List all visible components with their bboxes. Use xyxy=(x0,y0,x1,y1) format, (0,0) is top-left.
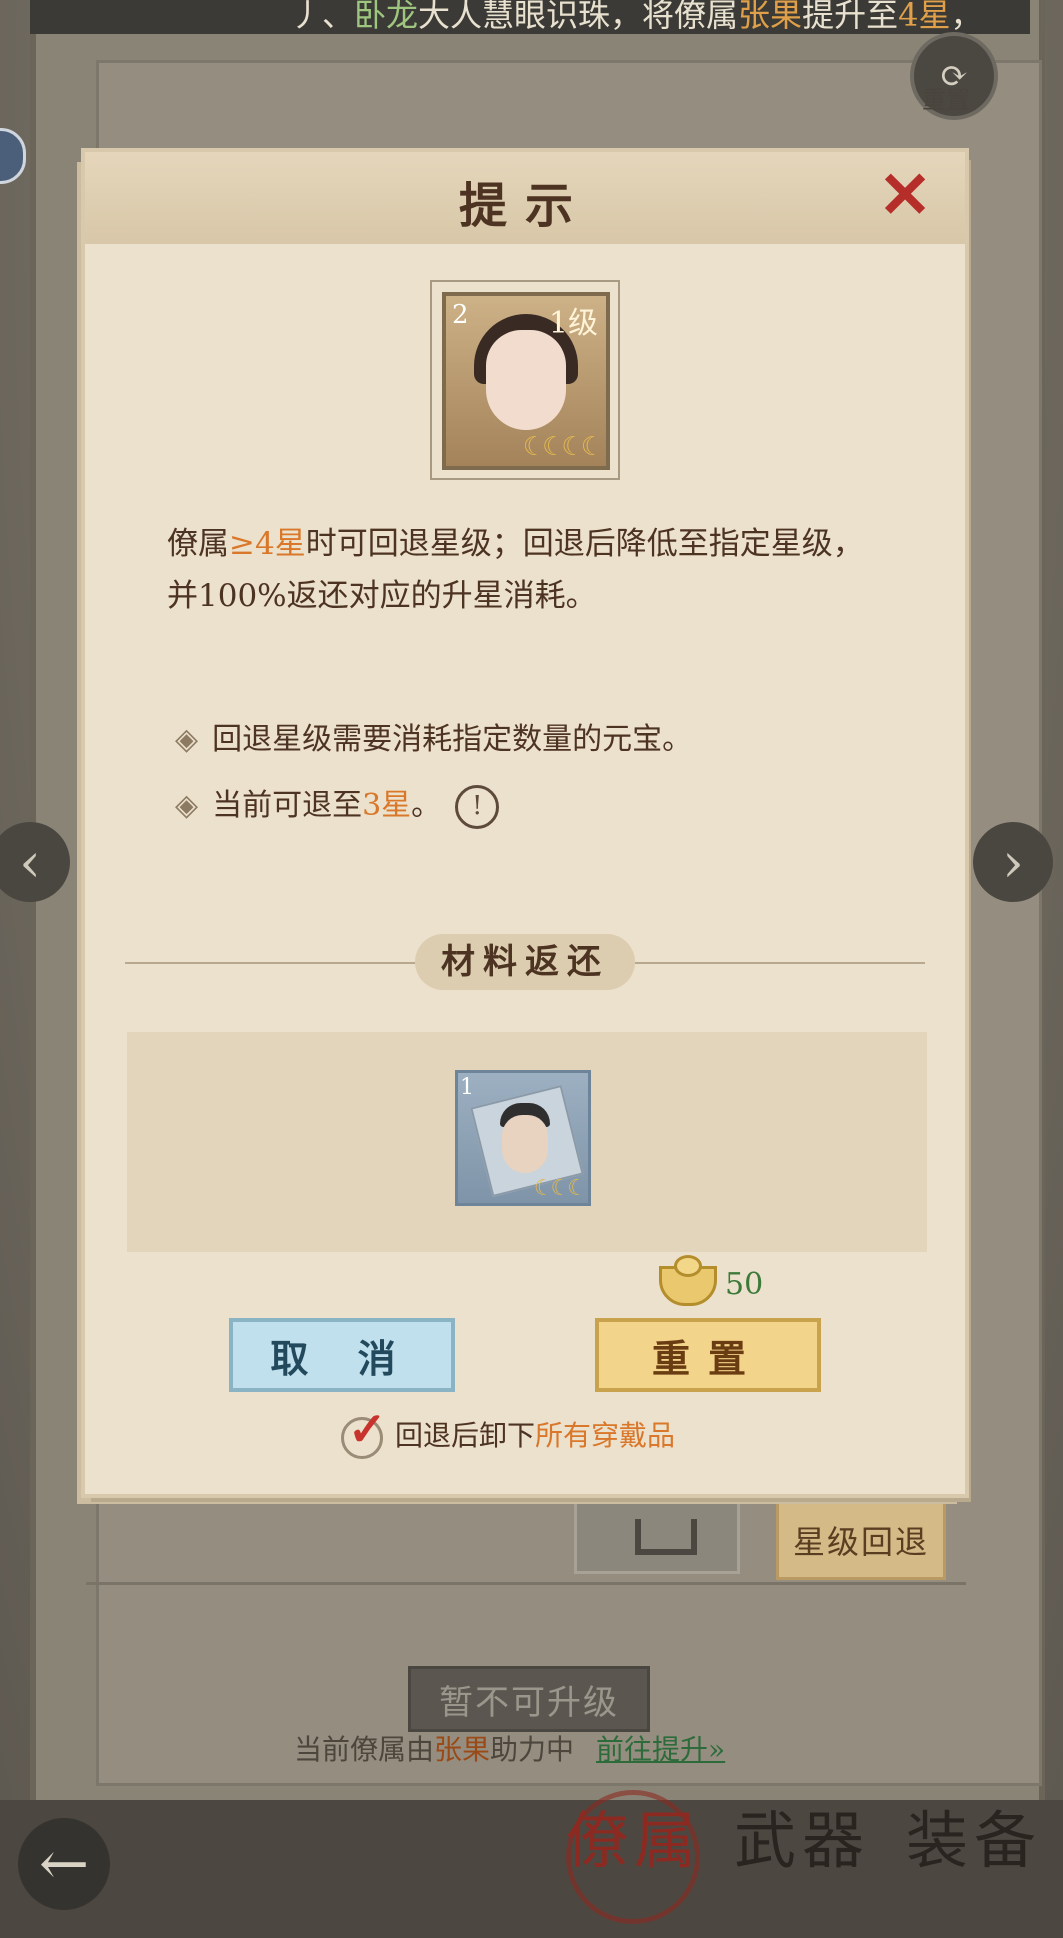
assist-status: 当前僚属由张果助力中 前往提升» xyxy=(294,1728,725,1768)
unequip-checkbox-row[interactable]: 回退后卸下所有穿戴品 xyxy=(341,1402,676,1459)
divider xyxy=(86,1582,966,1585)
tip-dialog: 提示 ✕ 2 1级 ☾☾☾☾ 僚属≥4星时可回退星级；回退后降低至指定星级，并1… xyxy=(85,152,965,1494)
assist-text-post: 助力中 xyxy=(490,1733,575,1766)
dialog-title: 提示 xyxy=(458,178,591,234)
cannot-upgrade-button[interactable]: 暂不可升级 xyxy=(408,1666,650,1732)
retainer-portrait[interactable]: 2 1级 ☾☾☾☾ xyxy=(442,292,610,470)
section-line-right xyxy=(635,962,925,964)
next-arrow-button[interactable]: › xyxy=(973,822,1053,902)
bottom-bar xyxy=(0,1800,1063,1938)
info-icon[interactable]: ! xyxy=(455,785,500,829)
checkbox-label-pre: 回退后卸下 xyxy=(395,1419,536,1452)
checkbox[interactable] xyxy=(341,1402,387,1459)
desc-part1: 僚属 xyxy=(167,526,229,562)
diamond-icon: ◈ xyxy=(175,722,199,757)
banner-text-pre: 丿、 xyxy=(290,0,355,34)
level-label: 1级 xyxy=(548,306,598,341)
banner-text-mid2: 提升至 xyxy=(802,0,899,34)
dialog-description: 僚属≥4星时可回退星级；回退后降低至指定星级，并100%返还对应的升星消耗。 xyxy=(167,518,887,622)
chevron-left-icon: ‹ xyxy=(19,830,41,894)
back-button[interactable]: ← xyxy=(18,1818,110,1910)
cost-value: 50 xyxy=(725,1267,764,1302)
banner-stars: 4星 xyxy=(898,0,951,34)
arrow-left-icon: ← xyxy=(38,1829,90,1899)
bullet-text-post: 。 xyxy=(411,788,442,823)
portrait-frame: 2 1级 ☾☾☾☾ xyxy=(430,280,620,480)
material-item-card[interactable]: 1 ☾☾☾ xyxy=(455,1070,591,1206)
go-upgrade-link[interactable]: 前往提升» xyxy=(596,1733,725,1766)
section-title: 材料返还 xyxy=(415,934,635,990)
tab-equipment[interactable]: 装备 xyxy=(906,1790,1042,1930)
tag-button[interactable] xyxy=(574,1500,740,1574)
tab-weapons[interactable]: 武器 xyxy=(734,1790,870,1930)
item-star-rating: ☾☾☾ xyxy=(533,1176,587,1201)
desc-highlight: ≥4星 xyxy=(229,526,306,562)
chevron-right-icon: › xyxy=(1002,830,1024,894)
bullet-cost-note: ◈ 回退星级需要消耗指定数量的元宝。 xyxy=(175,714,692,758)
diamond-icon: ◈ xyxy=(175,788,199,823)
bullet-text-pre: 当前可退至 xyxy=(212,788,363,823)
assist-text-pre: 当前僚属由 xyxy=(294,1733,435,1766)
banner-text-mid: 大人慧眼识珠，将僚属 xyxy=(418,0,739,34)
portrait-face xyxy=(486,330,566,430)
announcement-banner: 丿、卧龙大人慧眼识珠，将僚属张果提升至4星， xyxy=(30,0,1030,34)
bullet-current-target: ◈ 当前可退至3星。! xyxy=(175,780,500,829)
section-line-left xyxy=(125,962,415,964)
ingot-icon xyxy=(659,1255,717,1306)
rank-badge: 2 xyxy=(452,300,469,330)
item-rank-badge: 1 xyxy=(460,1075,474,1100)
tab-retainers[interactable]: 僚属 xyxy=(566,1790,702,1930)
checkbox-label-highlight: 所有穿戴品 xyxy=(535,1419,676,1452)
banner-text-end: ， xyxy=(950,0,983,34)
star-back-button[interactable]: 星级回退 xyxy=(776,1500,946,1580)
reset-cost: 50 xyxy=(659,1255,764,1306)
banner-target-name: 张果 xyxy=(738,0,803,34)
item-face xyxy=(502,1115,548,1173)
close-button[interactable]: ✕ xyxy=(875,164,935,228)
bullet-text: 回退星级需要消耗指定数量的元宝。 xyxy=(212,722,693,757)
reset-button[interactable]: 重置 xyxy=(595,1318,821,1392)
tray-icon xyxy=(635,1519,697,1555)
close-icon: ✕ xyxy=(878,158,932,233)
banner-player-name: 卧龙 xyxy=(354,0,419,34)
assist-name: 张果 xyxy=(434,1733,491,1766)
reset-shortcut-label: 重置 xyxy=(922,86,970,114)
star-rating: ☾☾☾☾ xyxy=(522,432,604,462)
bullet-highlight: 3星 xyxy=(362,788,412,823)
cancel-button[interactable]: 取 消 xyxy=(229,1318,455,1392)
